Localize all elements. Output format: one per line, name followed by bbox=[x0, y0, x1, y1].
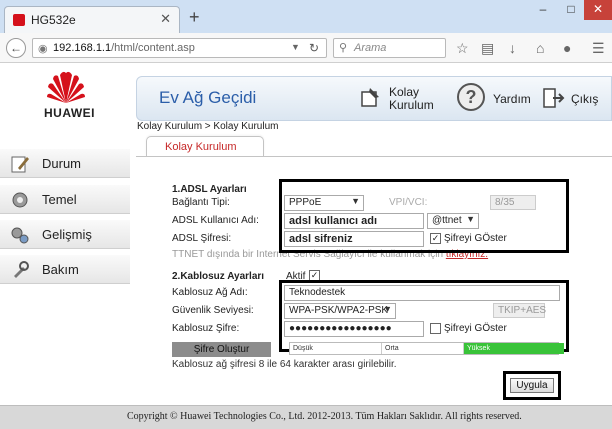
adsl-username-label: ADSL Kullanıcı Adı: bbox=[172, 215, 259, 226]
apply-button[interactable]: Uygula bbox=[510, 378, 554, 393]
download-icon[interactable]: ↓ bbox=[509, 40, 516, 56]
maximize-window-icon[interactable]: □ bbox=[558, 0, 584, 20]
help-label: Yardım bbox=[493, 92, 531, 106]
minimize-window-icon[interactable]: – bbox=[530, 0, 556, 20]
adsl-highlight-box bbox=[279, 179, 569, 253]
tab-title: HG532e bbox=[31, 13, 76, 27]
adsl-password-label: ADSL Şifresi: bbox=[172, 233, 232, 244]
help-icon: ? bbox=[457, 83, 485, 111]
quick-setup-button[interactable]: Kolay Kurulum bbox=[359, 83, 437, 115]
sidebar-item-label: Durum bbox=[42, 156, 82, 171]
tools-icon bbox=[14, 261, 29, 278]
browser-tab[interactable]: HG532e ✕ bbox=[4, 6, 180, 33]
quick-setup-label: Kolay Kurulum bbox=[389, 85, 434, 112]
adsl-section-title: 1.ADSL Ayarları bbox=[172, 184, 247, 195]
page-title: Ev Ağ Geçidi bbox=[159, 88, 257, 107]
bookmark-star-icon[interactable]: ☆ bbox=[456, 40, 469, 57]
globe-icon: ◉ bbox=[38, 43, 48, 55]
ssid-label: Kablosuz Ağ Adı: bbox=[172, 287, 248, 298]
address-bar[interactable]: ◉ 192.168.1.1/html/content.asp ▼ ↻ bbox=[32, 38, 327, 58]
footer: Copyright © Huawei Technologies Co., Ltd… bbox=[0, 405, 612, 429]
menu-icon[interactable]: ☰ bbox=[592, 40, 605, 57]
search-placeholder: Arama bbox=[354, 42, 387, 54]
security-level-label: Güvenlik Seviyesi: bbox=[172, 305, 254, 316]
help-button[interactable]: ? Yardım bbox=[457, 83, 537, 115]
logout-label: Çıkış bbox=[571, 92, 599, 106]
strength-strong: Yüksek bbox=[464, 343, 564, 354]
gears-icon bbox=[11, 227, 29, 244]
apply-highlight-box: Uygula bbox=[503, 371, 561, 400]
wizard-icon bbox=[361, 88, 379, 107]
browser-tab-bar: HG532e ✕ + – □ ✕ bbox=[0, 0, 612, 33]
close-window-icon[interactable]: ✕ bbox=[584, 0, 612, 20]
logo-text: HUAWEI bbox=[44, 106, 95, 120]
wifi-password-hint: Kablosuz ağ şifresi 8 ile 64 karakter ar… bbox=[172, 359, 397, 370]
browser-nav-bar: ← ◉ 192.168.1.1/html/content.asp ▼ ↻ ⚲ A… bbox=[0, 33, 612, 63]
logout-button[interactable]: Çıkış bbox=[541, 83, 611, 115]
router-page: HUAWEI Ev Ağ Geçidi Kolay Kurulum ? Yard… bbox=[0, 64, 612, 429]
url-text: 192.168.1.1/html/content.asp bbox=[53, 42, 195, 54]
sidebar-item-label: Temel bbox=[42, 192, 77, 207]
strength-medium: Orta bbox=[382, 343, 464, 354]
sidebar-item-label: Gelişmiş bbox=[42, 227, 92, 242]
sidebar-item-durum[interactable]: Durum bbox=[0, 148, 130, 178]
reload-icon[interactable]: ↻ bbox=[309, 41, 319, 55]
close-tab-icon[interactable]: ✕ bbox=[160, 11, 171, 27]
breadcrumb: Kolay Kurulum > Kolay Kurulum bbox=[137, 121, 279, 132]
url-dropdown-icon[interactable]: ▼ bbox=[291, 42, 300, 52]
chat-icon[interactable]: ● bbox=[563, 40, 571, 56]
search-icon: ⚲ bbox=[339, 42, 348, 54]
sidebar-item-gelismis[interactable]: Gelişmiş bbox=[0, 219, 130, 249]
reading-list-icon[interactable]: ▤ bbox=[481, 40, 494, 57]
header-band: Ev Ağ Geçidi Kolay Kurulum ? Yardım Çıkı… bbox=[136, 76, 612, 121]
huawei-favicon-icon bbox=[13, 14, 25, 26]
huawei-logo: HUAWEI bbox=[0, 64, 130, 120]
connection-type-label: Bağlantı Tipi: bbox=[172, 197, 230, 208]
copyright-text: Copyright © Huawei Technologies Co., Ltd… bbox=[127, 411, 522, 422]
huawei-flower-icon bbox=[47, 71, 85, 103]
back-arrow-icon[interactable]: ← bbox=[6, 38, 26, 58]
tab-quick-setup[interactable]: Kolay Kurulum bbox=[146, 136, 264, 156]
home-icon[interactable]: ⌂ bbox=[536, 40, 544, 56]
wifi-section-title: 2.Kablosuz Ayarları bbox=[172, 271, 265, 282]
gear-icon bbox=[12, 192, 28, 208]
sidebar-item-bakim[interactable]: Bakım bbox=[0, 254, 130, 284]
sidebar-item-temel[interactable]: Temel bbox=[0, 184, 130, 214]
browser-search-box[interactable]: ⚲ Arama bbox=[333, 38, 446, 58]
wifi-password-label: Kablosuz Şifre: bbox=[172, 323, 240, 334]
exit-door-icon bbox=[543, 88, 565, 108]
pencil-icon bbox=[11, 156, 29, 173]
strength-weak: Düşük bbox=[290, 343, 382, 354]
tab-quick-setup-label: Kolay Kurulum bbox=[165, 141, 237, 153]
new-tab-button[interactable]: + bbox=[189, 7, 200, 28]
generate-password-button[interactable]: Şifre Oluştur bbox=[172, 342, 271, 357]
password-strength-meter: Düşük Orta Yüksek bbox=[289, 342, 564, 355]
sidebar-item-label: Bakım bbox=[42, 262, 79, 277]
